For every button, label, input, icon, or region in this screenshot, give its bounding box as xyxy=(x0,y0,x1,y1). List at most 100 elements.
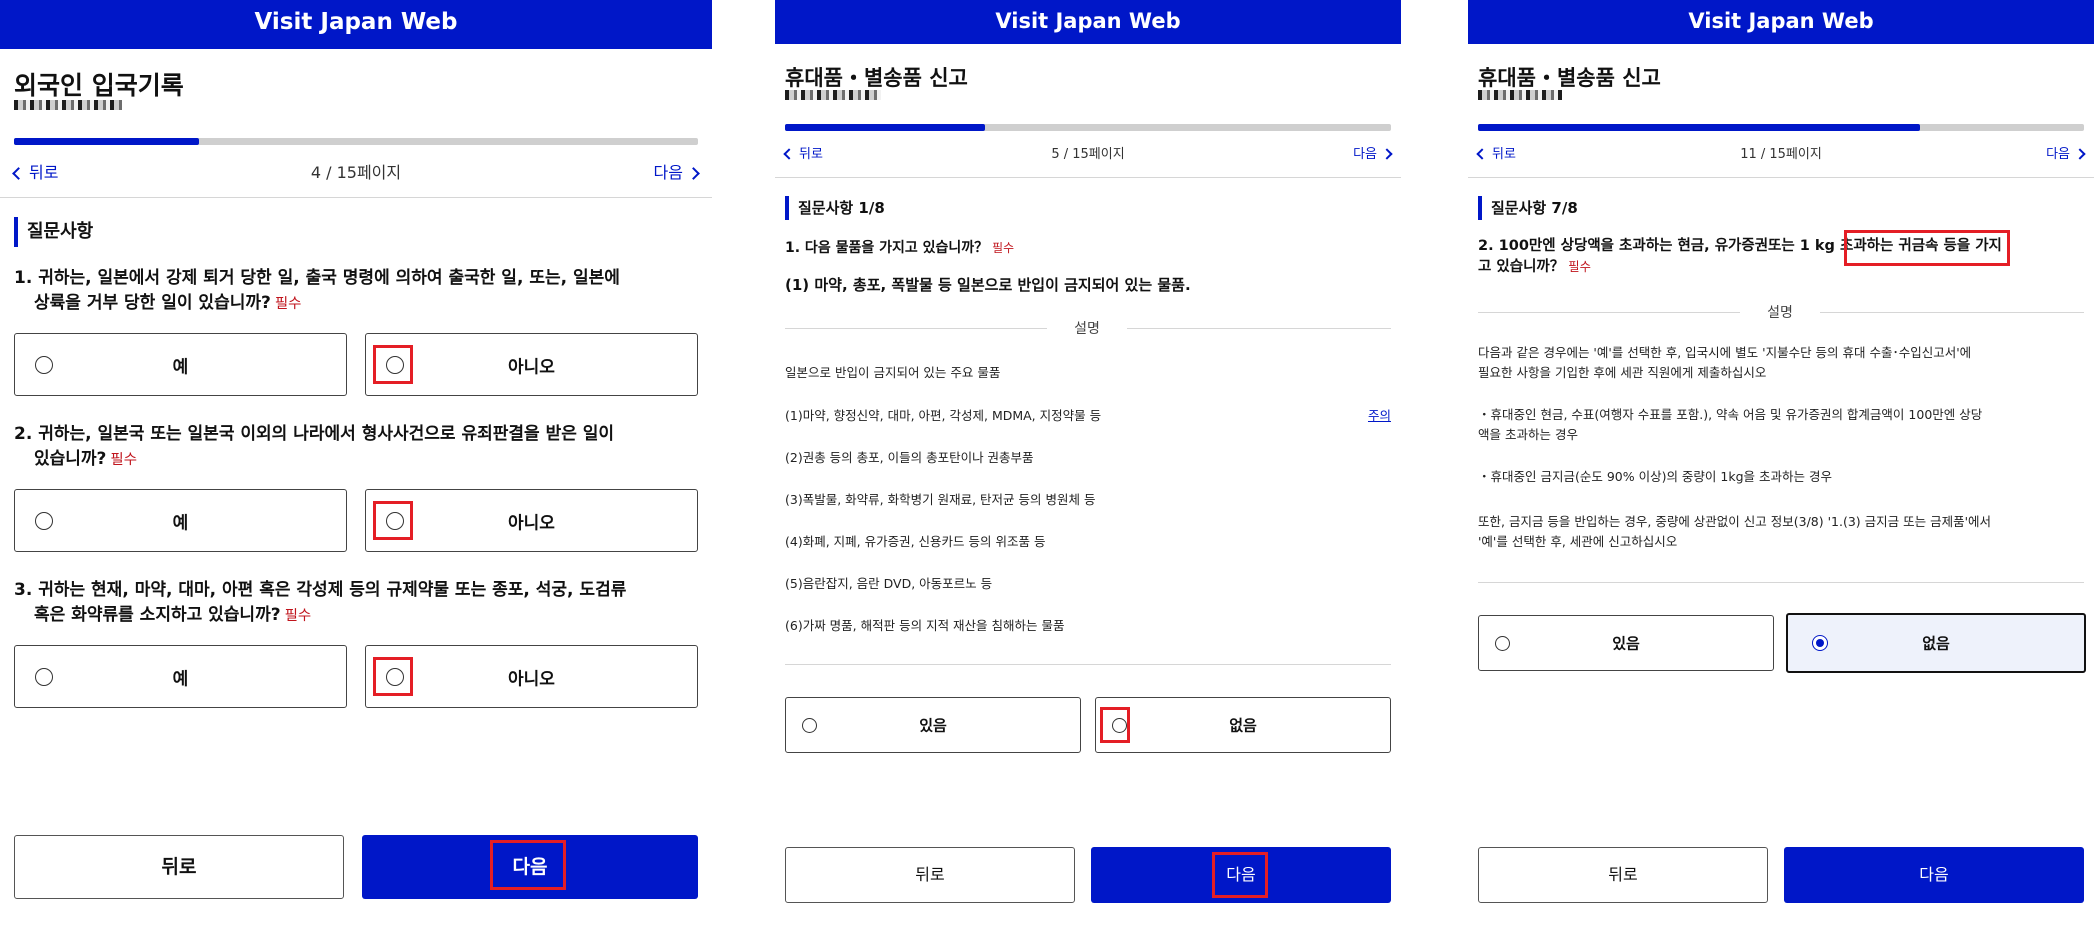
page-title: 휴대품・별송품 신고 xyxy=(785,66,968,90)
divider xyxy=(775,177,1401,178)
question-text-line1: 3. 귀하는 현재, 마약, 대마, 아편 혹은 각성제 등의 규제약물 또는 … xyxy=(14,580,627,600)
highlight-box xyxy=(373,345,413,384)
option-label: 예 xyxy=(172,669,189,689)
chevron-right-icon xyxy=(1381,148,1393,160)
page-nav: 뒤로 5 / 15페이지 다음 xyxy=(775,143,1401,163)
option-label: 없음 xyxy=(1229,716,1257,735)
option-yes[interactable]: 예 xyxy=(14,333,347,396)
paragraph-line: ・휴대중인 현금, 수표(여행자 수표를 포함.), 약속 어음 및 유가증권의… xyxy=(1478,407,1983,422)
back-button[interactable]: 뒤로 xyxy=(14,835,344,899)
highlight-box xyxy=(1100,707,1130,743)
question-3: 3. 귀하는 현재, 마약, 대마, 아편 혹은 각성제 등의 규제약물 또는 … xyxy=(14,578,626,627)
option-yes[interactable]: 있음 xyxy=(1478,615,1774,671)
section-title: 질문사항 7/8 xyxy=(1478,196,1578,220)
option-label: 예 xyxy=(172,513,189,533)
option-label: 없음 xyxy=(1922,634,1950,653)
list-item: (6)가짜 명품, 해적판 등의 지적 재산을 침해하는 물품 xyxy=(785,618,1065,633)
page-nav: 뒤로 11 / 15페이지 다음 xyxy=(1468,143,2094,163)
question-text: 1. 다음 물품을 가지고 있습니까？ xyxy=(785,240,989,256)
back-button[interactable]: 뒤로 xyxy=(785,847,1075,903)
question-1: 1. 귀하는, 일본에서 강제 퇴거 당한 일, 출국 명령에 의하여 출국한 … xyxy=(14,266,620,315)
page-title: 휴대품・별송품 신고 xyxy=(1478,66,1661,90)
option-label: 아니오 xyxy=(508,513,555,533)
question-text-line1: 2. 귀하는, 일본국 또는 일본국 이외의 나라에서 형사사건으로 유죄판결을… xyxy=(14,424,615,444)
nav-next-label: 다음 xyxy=(2046,147,2070,162)
required-label: 필수 xyxy=(284,607,312,624)
page-indicator: 4 / 15페이지 xyxy=(310,163,402,182)
back-button[interactable]: 뒤로 xyxy=(1478,847,1768,903)
divider xyxy=(785,664,1391,665)
progress-fill xyxy=(14,138,199,145)
option-yes[interactable]: 있음 xyxy=(785,697,1081,753)
explanation-paragraph: 다음과 같은 경우에는 '예'를 선택한 후, 입국시에 별도 '지불수단 등의… xyxy=(1478,343,1971,383)
list-item: (5)음란잡지, 음란 DVD, 아동포르노 등 xyxy=(785,576,993,591)
option-label: 아니오 xyxy=(508,669,555,689)
explanation-title: 설명 xyxy=(1074,321,1100,337)
divider xyxy=(1127,328,1391,329)
option-label: 아니오 xyxy=(508,357,555,377)
list-item: (2)권총 등의 총포, 이들의 총포탄이나 권총부품 xyxy=(785,450,1034,465)
next-button[interactable]: 다음 xyxy=(1784,847,2084,903)
question-text-line2: 혹은 화약류를 소지하고 있습니까? xyxy=(34,604,281,625)
paragraph-line: 다음과 같은 경우에는 '예'를 선택한 후, 입국시에 별도 '지불수단 등의… xyxy=(1478,345,1972,360)
nav-next-link[interactable]: 다음 xyxy=(2046,143,2086,162)
highlight-box xyxy=(1844,230,2010,266)
sub-question: (1) 마약, 총포, 폭발물 등 일본으로 반입이 금지되어 있는 물품. xyxy=(785,276,1191,294)
required-label: 필수 xyxy=(1568,260,1591,275)
app-header: Visit Japan Web xyxy=(1468,0,2094,44)
list-item: (4)화폐, 지폐, 유가증권, 신용카드 등의 위조품 등 xyxy=(785,534,1046,549)
required-label: 필수 xyxy=(274,295,302,312)
paragraph-line: 또한, 금지금 등을 반입하는 경우, 중량에 상관없이 신고 정보(3/8) … xyxy=(1478,514,1992,529)
list-item: (1)마약, 향정신약, 대마, 아편, 각성제, MDMA, 지정약물 등 xyxy=(785,408,1102,423)
highlight-box xyxy=(373,501,413,540)
redacted-name xyxy=(14,100,122,110)
option-label: 있음 xyxy=(919,716,947,735)
page-title: 외국인 입국기록 xyxy=(14,71,184,100)
chevron-right-icon xyxy=(2074,148,2086,160)
option-no[interactable]: 아니오 xyxy=(365,489,698,552)
highlight-box xyxy=(373,657,413,696)
section-title: 질문사항 xyxy=(14,217,93,247)
option-no[interactable]: 아니오 xyxy=(365,645,698,708)
question-2: 2. 귀하는, 일본국 또는 일본국 이외의 나라에서 형사사건으로 유죄판결을… xyxy=(14,422,614,471)
page-nav: 뒤로 4 / 15페이지 다음 xyxy=(0,159,712,183)
chevron-right-icon xyxy=(687,167,700,180)
question-text-line2: 상륙을 거부 당한 일이 있습니까? xyxy=(34,292,271,313)
app-header: Visit Japan Web xyxy=(0,0,712,49)
progress-fill xyxy=(1478,124,1921,131)
caution-link[interactable]: 주의 xyxy=(1368,405,1391,424)
divider xyxy=(1478,312,1740,313)
option-label: 예 xyxy=(172,357,189,377)
explanation-intro: 일본으로 반입이 금지되어 있는 주요 물품 xyxy=(785,365,1001,380)
option-no[interactable]: 없음 xyxy=(1095,697,1391,753)
question-text-line2: 있습니까? xyxy=(34,448,107,469)
redacted-name xyxy=(785,90,881,100)
nav-next-link[interactable]: 다음 xyxy=(1353,143,1393,162)
option-no[interactable]: 없음 xyxy=(1786,613,2086,673)
divider xyxy=(785,328,1047,329)
divider xyxy=(1820,312,2084,313)
progress-bar xyxy=(14,138,698,145)
paragraph-line: 액을 초과하는 경우 xyxy=(1478,427,1578,442)
option-yes[interactable]: 예 xyxy=(14,645,347,708)
panel-immigration-record: Visit Japan Web 외국인 입국기록 뒤로 4 / 15페이지 다음… xyxy=(0,0,712,928)
panel-customs-declaration-5: Visit Japan Web 휴대품・별송품 신고 뒤로 5 / 15페이지 … xyxy=(775,0,1401,928)
option-no[interactable]: 아니오 xyxy=(365,333,698,396)
required-label: 필수 xyxy=(992,241,1015,255)
progress-fill xyxy=(785,124,985,131)
divider xyxy=(1468,177,2094,178)
explanation-bullet: ・휴대중인 현금, 수표(여행자 수표를 포함.), 약속 어음 및 유가증권의… xyxy=(1478,405,1982,445)
explanation-title: 설명 xyxy=(1767,305,1793,321)
page-indicator: 11 / 15페이지 xyxy=(1740,147,1822,162)
question-text-a: 2. 100만엔 상당액을 초과하는 현금, 유가증권또는 xyxy=(1478,238,1800,254)
page-indicator: 5 / 15페이지 xyxy=(1051,147,1125,162)
question-text-line1: 1. 귀하는, 일본에서 강제 퇴거 당한 일, 출국 명령에 의하여 출국한 … xyxy=(14,268,620,288)
panel-customs-declaration-11: Visit Japan Web 휴대품・별송품 신고 뒤로 11 / 15페이지… xyxy=(1468,0,2094,928)
explanation-paragraph: 또한, 금지금 등을 반입하는 경우, 중량에 상관없이 신고 정보(3/8) … xyxy=(1478,512,1991,552)
required-label: 필수 xyxy=(110,451,137,468)
paragraph-line: '예'를 선택한 후, 세관에 신고하십시오 xyxy=(1478,534,1678,549)
option-label: 있음 xyxy=(1612,634,1640,653)
nav-next-link[interactable]: 다음 xyxy=(653,159,700,183)
option-yes[interactable]: 예 xyxy=(14,489,347,552)
nav-next-label: 다음 xyxy=(653,163,683,182)
